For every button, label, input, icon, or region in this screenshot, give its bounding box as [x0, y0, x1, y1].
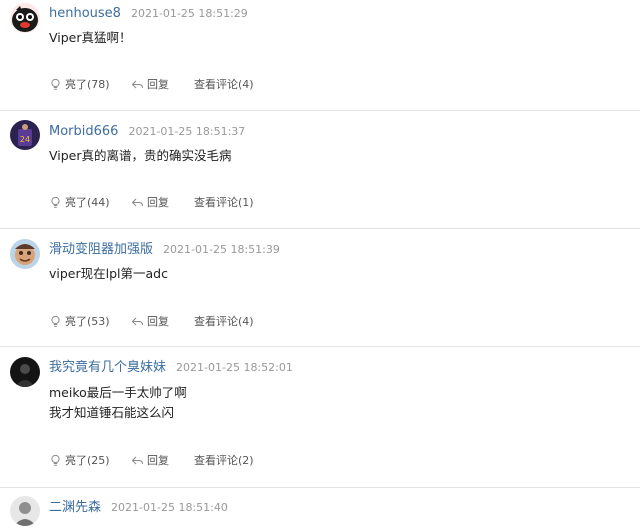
comment-actions: 亮了(44) 回复 查看评论(1) [49, 194, 254, 210]
like-label: 亮了(53) [65, 315, 110, 328]
comment-line: Viper真猛啊！ [49, 30, 132, 45]
like-label: 亮了(25) [65, 454, 110, 467]
comment-meta: Morbid666 2021-01-25 18:51:37 [49, 122, 245, 140]
timestamp: 2021-01-25 18:51:40 [111, 501, 228, 514]
comment-line: 我才知道锤石能这么闪 [49, 405, 175, 420]
comment-item: henhouse8 2021-01-25 18:51:29 Viper真猛啊！ 亮… [0, 0, 640, 111]
avatar[interactable] [10, 3, 40, 33]
comment-text: Viper真猛啊！ [49, 28, 132, 48]
reply-button[interactable]: 回复 [131, 76, 194, 92]
view-comments-button[interactable]: 查看评论(1) [194, 194, 254, 210]
username-link[interactable]: 我究竟有几个臭妹妹 [49, 360, 166, 375]
username-link[interactable]: 滑动变阻器加强版 [49, 242, 153, 257]
like-button[interactable]: 亮了(25) [49, 452, 131, 468]
comment-text: Viper真的离谱，贵的确实没毛病 [49, 146, 232, 166]
comment-line: meiko最后一手太帅了啊 [49, 385, 187, 400]
timestamp: 2021-01-25 18:51:39 [163, 243, 280, 256]
avatar[interactable] [10, 239, 40, 269]
comment-meta: 滑动变阻器加强版 2021-01-25 18:51:39 [49, 240, 280, 258]
comment-actions: 亮了(78) 回复 查看评论(4) [49, 76, 254, 92]
lightbulb-icon [51, 454, 60, 466]
comment-text: meiko最后一手太帅了啊 我才知道锤石能这么闪 [49, 383, 187, 423]
like-button[interactable]: 亮了(53) [49, 313, 131, 329]
reply-arrow-icon [131, 198, 143, 207]
like-label: 亮了(78) [65, 78, 110, 91]
lightbulb-icon [51, 315, 60, 327]
avatar[interactable] [10, 496, 40, 526]
comment-item: 我究竟有几个臭妹妹 2021-01-25 18:52:01 meiko最后一手太帅… [0, 347, 640, 488]
avatar[interactable] [10, 357, 40, 387]
view-comments-button[interactable]: 查看评论(2) [194, 452, 254, 468]
view-comments-button[interactable]: 查看评论(4) [194, 76, 254, 92]
reply-button[interactable]: 回复 [131, 313, 194, 329]
reply-label: 回复 [147, 196, 169, 209]
timestamp: 2021-01-25 18:52:01 [176, 361, 293, 374]
view-comments-button[interactable]: 查看评论(4) [194, 313, 254, 329]
comment-line: Viper真的离谱，贵的确实没毛病 [49, 148, 232, 163]
username-link[interactable]: Morbid666 [49, 124, 118, 139]
svg-text:24: 24 [20, 135, 30, 144]
comment-actions: 亮了(25) 回复 查看评论(2) [49, 452, 254, 468]
lightbulb-icon [51, 78, 60, 90]
lightbulb-icon [51, 196, 60, 208]
like-button[interactable]: 亮了(78) [49, 76, 131, 92]
comment-item: 滑动变阻器加强版 2021-01-25 18:51:39 viper现在lpl第一… [0, 229, 640, 347]
reply-label: 回复 [147, 315, 169, 328]
comment-meta: 二渊先森 2021-01-25 18:51:40 [49, 498, 228, 516]
avatar[interactable]: 24 [10, 120, 40, 150]
reply-label: 回复 [147, 454, 169, 467]
reply-button[interactable]: 回复 [131, 194, 194, 210]
like-label: 亮了(44) [65, 196, 110, 209]
reply-arrow-icon [131, 317, 143, 326]
comment-actions: 亮了(53) 回复 查看评论(4) [49, 313, 254, 329]
username-link[interactable]: 二渊先森 [49, 500, 101, 515]
reply-label: 回复 [147, 78, 169, 91]
comment-meta: 我究竟有几个臭妹妹 2021-01-25 18:52:01 [49, 358, 293, 376]
comment-item: 24 Morbid666 2021-01-25 18:51:37 Viper真的离… [0, 111, 640, 229]
comment-meta: henhouse8 2021-01-25 18:51:29 [49, 4, 248, 22]
reply-arrow-icon [131, 80, 143, 89]
reply-button[interactable]: 回复 [131, 452, 194, 468]
like-button[interactable]: 亮了(44) [49, 194, 131, 210]
username-link[interactable]: henhouse8 [49, 6, 121, 21]
timestamp: 2021-01-25 18:51:37 [128, 125, 246, 138]
comment-item: 二渊先森 2021-01-25 18:51:40 [0, 488, 640, 530]
reply-arrow-icon [131, 456, 143, 465]
comment-text: viper现在lpl第一adc [49, 264, 168, 284]
comment-line: viper现在lpl第一adc [49, 266, 168, 281]
timestamp: 2021-01-25 18:51:29 [130, 7, 248, 20]
